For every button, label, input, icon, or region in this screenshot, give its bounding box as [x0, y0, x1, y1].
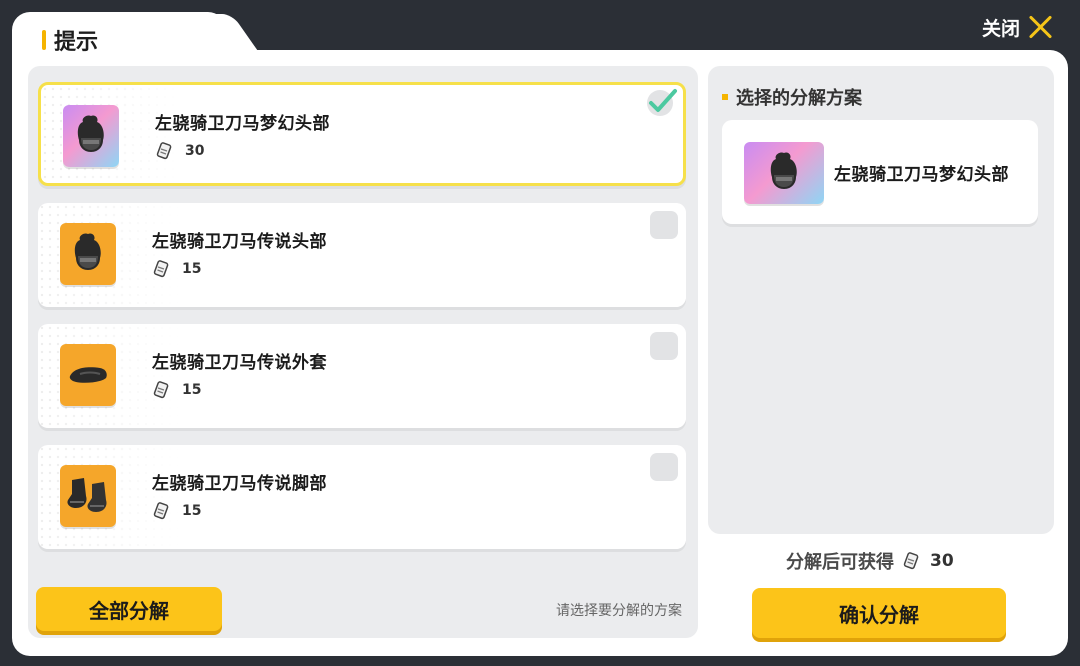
plan-item-thumbnail [744, 142, 824, 204]
plan-bullet [722, 94, 728, 100]
item-value: 15 [182, 261, 202, 277]
confirm-decompose-button[interactable]: 确认分解 [752, 588, 1006, 638]
select-checkbox[interactable] [650, 453, 678, 481]
select-checkbox[interactable] [650, 332, 678, 360]
close-icon[interactable] [1028, 14, 1054, 40]
helmet-icon [770, 152, 797, 189]
plan-item-name: 左骁骑卫刀马梦幻头部 [834, 165, 1009, 185]
selected-plan-card: 左骁骑卫刀马梦幻头部 [722, 120, 1038, 224]
selection-hint: 请选择要分解的方案 [556, 603, 682, 619]
item-value: 15 [182, 503, 202, 519]
close-button[interactable]: 关闭 [982, 12, 1054, 42]
plan-header: 选择的分解方案 [722, 84, 862, 110]
item-value: 30 [185, 143, 205, 159]
item-card[interactable]: 左骁骑卫刀马传说脚部 15 [38, 445, 686, 549]
item-value: 15 [182, 382, 202, 398]
item-name: 左骁骑卫刀马传说脚部 [152, 474, 327, 494]
item-name: 左骁骑卫刀马传说头部 [152, 232, 327, 252]
item-name: 左骁骑卫刀马梦幻头部 [155, 114, 330, 134]
plan-title: 选择的分解方案 [736, 88, 862, 109]
scroll-icon [903, 552, 919, 570]
item-card[interactable]: 左骁骑卫刀马传说外套 15 [38, 324, 686, 428]
obtain-row: 分解后可获得 30 [786, 548, 954, 574]
close-label: 关闭 [981, 17, 1020, 40]
tab-accent-bar [42, 30, 46, 50]
item-name: 左骁骑卫刀马传说外套 [152, 353, 327, 373]
boots-icon [67, 478, 107, 512]
decompose-all-button[interactable]: 全部分解 [36, 587, 222, 631]
scroll-icon [153, 502, 169, 520]
item-thumbnail [60, 465, 116, 527]
dialog-title: 提示 [54, 30, 99, 55]
item-card[interactable]: 左骁骑卫刀马传说头部 15 [38, 203, 686, 307]
scroll-icon [156, 142, 172, 160]
coat-icon [69, 367, 107, 383]
obtain-value: 30 [930, 551, 954, 571]
item-card[interactable]: 左骁骑卫刀马梦幻头部 30 [38, 82, 686, 186]
scroll-icon [153, 381, 169, 399]
obtain-label: 分解后可获得 [786, 552, 894, 573]
item-thumbnail [60, 344, 116, 406]
item-thumbnail [60, 223, 116, 285]
checkmark-icon[interactable] [645, 87, 679, 117]
helmet-icon [74, 233, 101, 270]
select-checkbox[interactable] [650, 211, 678, 239]
item-thumbnail [63, 105, 119, 167]
scroll-icon [153, 260, 169, 278]
helmet-icon [77, 115, 104, 152]
